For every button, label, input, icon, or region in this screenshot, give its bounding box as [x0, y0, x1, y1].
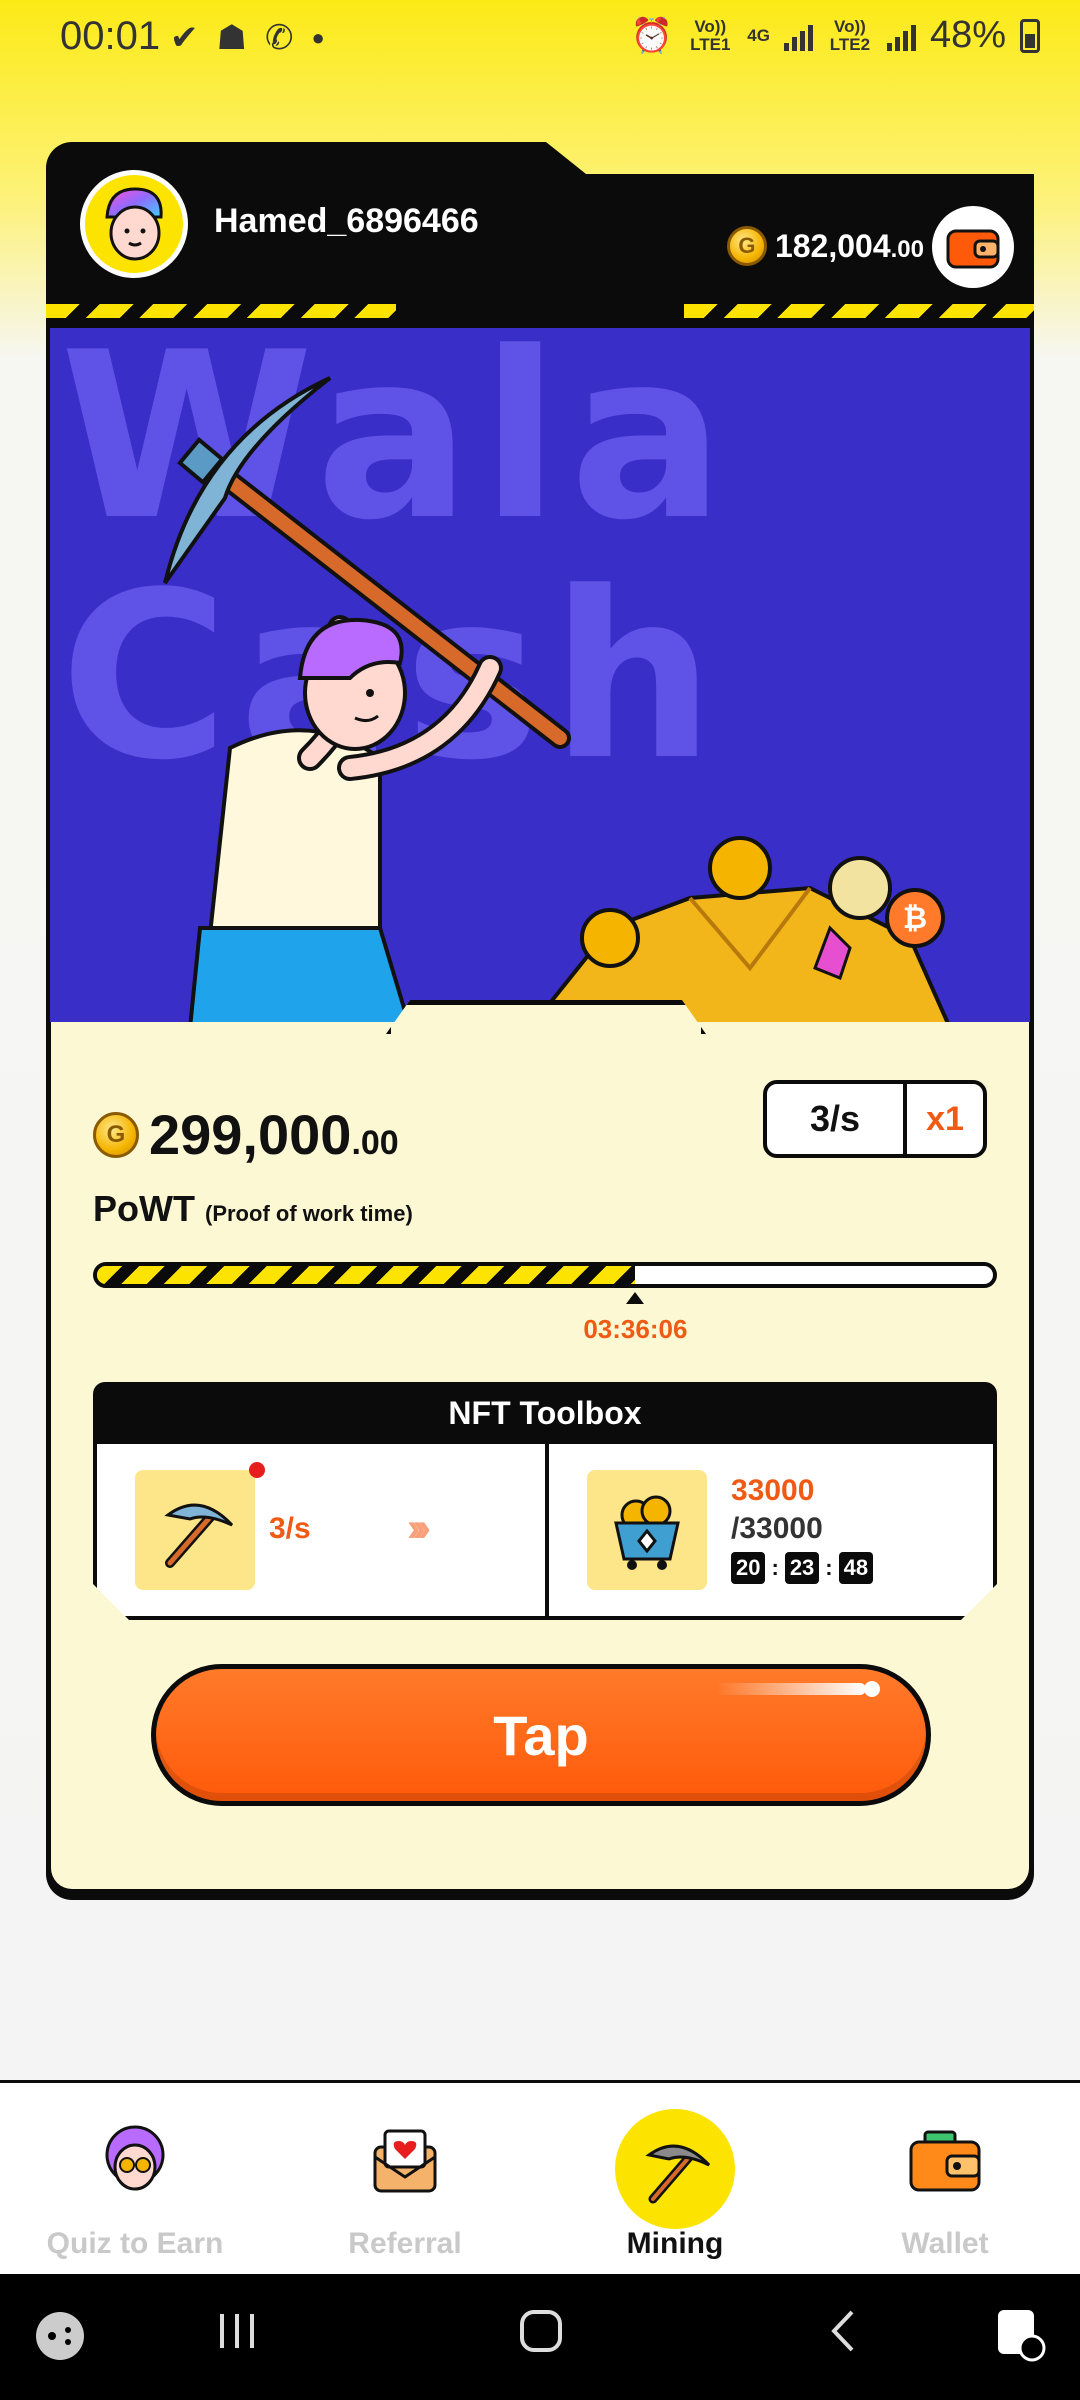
system-navigation-bar — [0, 2274, 1080, 2400]
svg-text:₿: ₿ — [903, 901, 927, 936]
pickaxe-icon — [164, 1503, 234, 1568]
wallet-icon — [946, 229, 1000, 269]
powt-progress-time: 03:36:06 — [583, 1314, 688, 1344]
status-time: 00:01 — [60, 14, 161, 58]
username: Hamed_6896466 — [214, 202, 479, 240]
nav-mining[interactable]: Mining — [540, 2083, 810, 2277]
wallet-icon — [905, 2121, 985, 2201]
bottom-nav: Quiz to Earn Referral Mining Wallet — [0, 2080, 1080, 2274]
battery-percent: 48% — [929, 14, 1006, 56]
mining-card: Hamed_6896466 182,004.00 Wala Cash — [46, 142, 1034, 1894]
nft-toolbox: NFT Toolbox 3/s ››› 33000 /33000 20: 23… — [93, 1382, 997, 1620]
tap-button-label: Tap — [493, 1703, 589, 1767]
heart-envelope-icon — [365, 2121, 445, 2201]
sim2-label: Vo)) LTE2 — [829, 16, 871, 54]
mining-balance-dec: .00 — [351, 1124, 399, 1162]
toolbox-divider — [545, 1444, 549, 1620]
nav-quiz-to-earn[interactable]: Quiz to Earn — [0, 2083, 270, 2277]
nav-label: Referral — [348, 2227, 462, 2260]
coin-icon — [726, 226, 767, 266]
mining-balance: 299,000.00 — [93, 1102, 399, 1167]
mining-rate: 3/s — [767, 1084, 907, 1154]
mining-multiplier: x1 — [926, 1099, 964, 1138]
app-notification-icon: ☗ — [216, 19, 247, 57]
avatar[interactable] — [80, 170, 188, 278]
mining-cart-icon — [614, 1495, 680, 1570]
pickaxe-tool-tile[interactable] — [135, 1470, 255, 1590]
status-bar: 00:01 ✔ ☗ ✆ ● ⏰ Vo)) LTE1 4G Vo)) LTE2 4… — [0, 0, 1080, 80]
nft-toolbox-title: NFT Toolbox — [93, 1382, 997, 1444]
coin-icon — [93, 1111, 139, 1158]
button-shine — [716, 1683, 866, 1695]
cart-value: 33000 — [731, 1474, 815, 1507]
cart-timer: 20 : 23 : 48 — [731, 1552, 874, 1584]
notification-dot — [249, 1462, 265, 1478]
header-balance: 182,004.00 — [726, 226, 924, 266]
timer-hours: 20 — [731, 1552, 766, 1584]
header-balance-int: 182,004 — [774, 227, 891, 264]
more-dot-icon: ● — [311, 25, 325, 50]
mining-rate-badge: 3/s x1 — [763, 1080, 987, 1158]
recent-apps-icon[interactable] — [214, 2308, 260, 2359]
battery-icon — [1020, 18, 1040, 53]
status-right: ⏰ Vo)) LTE1 4G Vo)) LTE2 48% — [631, 14, 1040, 57]
quiz-avatar-icon — [95, 2121, 175, 2201]
mining-panel: 299,000.00 3/s x1 PoWT (Proof of work ti… — [46, 1022, 1034, 1894]
powt-title: PoWT (Proof of work time) — [93, 1188, 413, 1230]
header-balance-value: 182,004.00 — [775, 228, 924, 265]
panel-tab — [386, 1000, 706, 1034]
progress-marker-icon — [626, 1292, 645, 1304]
accessibility-icon[interactable] — [994, 2306, 1046, 2367]
miner-character-icon: ₿ — [163, 376, 953, 1028]
button-shine-dot — [864, 1681, 880, 1697]
timer-seconds: 48 — [838, 1552, 874, 1584]
notification-icons: ✔ ☗ ✆ ● — [170, 18, 325, 58]
cart-tool-tile[interactable] — [587, 1470, 707, 1590]
timer-minutes: 23 — [784, 1552, 820, 1584]
cart-max: /33000 — [731, 1512, 823, 1545]
nav-wallet[interactable]: Wallet — [810, 2083, 1080, 2277]
alarm-icon: ⏰ — [630, 16, 674, 55]
wallet-button[interactable] — [932, 206, 1014, 288]
home-icon[interactable] — [518, 2308, 564, 2359]
nav-referral[interactable]: Referral — [270, 2083, 540, 2277]
powt-progress-bar — [93, 1262, 997, 1288]
hazard-stripe-left — [46, 304, 396, 318]
mining-balance-int: 299,000 — [149, 1103, 352, 1166]
nft-toolbox-body: 3/s ››› 33000 /33000 20 : 23: 48 — [93, 1444, 997, 1620]
sim1-label: Vo)) LTE1 — [690, 16, 731, 54]
back-icon[interactable] — [822, 2308, 868, 2359]
timer-separator: : — [825, 1555, 833, 1580]
pickaxe-icon — [615, 2109, 735, 2229]
whatsapp-icon: ✆ — [264, 19, 294, 57]
timer-separator: : — [771, 1555, 779, 1580]
mining-illustration: Wala Cash ₿ — [46, 328, 1034, 1028]
signal-bars-1-icon — [783, 21, 813, 51]
powt-label: PoWT — [93, 1188, 195, 1229]
nav-label: Wallet — [901, 2227, 989, 2260]
powt-progress-fill — [97, 1266, 635, 1284]
nav-label: Quiz to Earn — [46, 2227, 224, 2260]
signal-bars-2-icon — [886, 21, 916, 51]
powt-subtitle: (Proof of work time) — [205, 1201, 413, 1226]
nav-label: Mining — [626, 2227, 724, 2260]
pickaxe-rate: 3/s — [269, 1512, 311, 1545]
tap-button[interactable]: Tap — [151, 1664, 931, 1806]
upgrade-arrows-icon[interactable]: ››› — [407, 1506, 431, 1551]
game-launcher-icon[interactable] — [34, 2310, 86, 2367]
hazard-stripe-right — [684, 304, 1034, 318]
check-notification-icon: ✔ — [170, 19, 199, 57]
header-balance-dec: .00 — [890, 235, 924, 263]
avatar-face-icon — [105, 187, 163, 261]
network-type: 4G — [747, 25, 770, 45]
